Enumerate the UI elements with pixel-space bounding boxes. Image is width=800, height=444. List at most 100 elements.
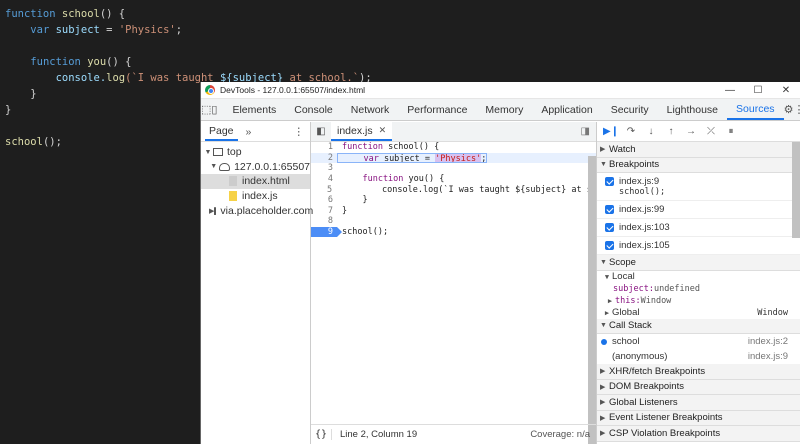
expand-arrow-icon: ▼ xyxy=(604,272,610,281)
tab-console[interactable]: Console xyxy=(285,99,342,120)
section-dom-breakpoints[interactable]: ▶ DOM Breakpoints xyxy=(597,379,800,395)
call-frame-school[interactable]: school index.js:2 xyxy=(597,334,800,349)
tab-network[interactable]: Network xyxy=(342,99,399,120)
breakpoint-location: index.js:105 xyxy=(619,240,670,251)
breakpoint-checkbox[interactable] xyxy=(605,223,614,232)
js-file-icon xyxy=(229,191,237,202)
title-bar: DevTools - 127.0.0.1:65507/index.html — … xyxy=(201,82,800,99)
tree-item-index-html[interactable]: index.html xyxy=(201,174,310,189)
scope-global[interactable]: ▶ Global Window xyxy=(597,307,800,319)
section-watch[interactable]: ▶ Watch xyxy=(597,142,800,158)
collapse-arrow-icon: ▶ xyxy=(600,383,606,391)
expand-arrow-icon: ▼ xyxy=(204,148,212,156)
collapse-arrow-icon: ▶ xyxy=(600,368,606,376)
section-xhr-breakpoints[interactable]: ▶ XHR/fetch Breakpoints xyxy=(597,364,800,380)
navigator-menu-icon[interactable]: ⋮ xyxy=(294,126,305,138)
breakpoint-item[interactable]: index.js:103 xyxy=(597,219,800,237)
more-tabs-icon[interactable]: » xyxy=(246,126,252,138)
pretty-print-button[interactable]: {} xyxy=(311,429,331,440)
collapse-arrow-icon: ▶ xyxy=(600,414,606,422)
collapse-arrow-icon: ▶ xyxy=(607,296,613,305)
section-event-listener-breakpoints[interactable]: ▶ Event Listener Breakpoints xyxy=(597,410,800,426)
breakpoint-checkbox[interactable] xyxy=(605,205,614,214)
code-line: 8 xyxy=(327,216,333,227)
cloud-icon xyxy=(218,162,231,171)
tree-item-host[interactable]: ▼ 127.0.0.1:65507 xyxy=(201,160,310,175)
frame-icon xyxy=(213,148,223,157)
tree-label: index.js xyxy=(242,190,278,203)
code-line: 5 console.log(`I was taught ${subject} a… xyxy=(326,184,596,195)
section-scope[interactable]: ▼ Scope xyxy=(597,255,800,271)
collapse-arrow-icon: ▶ xyxy=(600,399,606,407)
call-frame-anonymous[interactable]: (anonymous) index.js:9 xyxy=(597,349,800,364)
breakpoint-item[interactable]: index.js:99 xyxy=(597,201,800,219)
devtools-window: DevTools - 127.0.0.1:65507/index.html — … xyxy=(200,82,800,444)
close-button[interactable]: ✕ xyxy=(772,85,800,96)
tab-application[interactable]: Application xyxy=(532,99,601,120)
step-into-icon[interactable]: ↓ xyxy=(641,126,661,137)
tab-sources[interactable]: Sources xyxy=(727,99,784,120)
code-line: 3 xyxy=(327,163,333,174)
tree-label: index.html xyxy=(242,175,290,188)
debugger-toolbar: ▶❙ ↷ ↓ ↑ → ⤫ ⏸ xyxy=(597,122,800,142)
editor-scrollbar[interactable] xyxy=(588,156,596,444)
settings-gear-icon[interactable]: ⚙ xyxy=(784,99,794,120)
collapse-arrow-icon: ▶ xyxy=(604,308,610,317)
collapse-arrow-icon: ▶ xyxy=(600,146,606,154)
file-tab-index-js[interactable]: index.js ✕ xyxy=(331,122,393,141)
tree-label: 127.0.0.1:65507 xyxy=(234,160,310,173)
expand-arrow-icon: ▼ xyxy=(600,322,607,330)
section-breakpoints[interactable]: ▼ Breakpoints xyxy=(597,157,800,173)
cursor-position: Line 2, Column 19 xyxy=(331,429,417,440)
step-over-icon[interactable]: ↷ xyxy=(621,126,641,137)
tab-elements[interactable]: Elements xyxy=(223,99,285,120)
tab-security[interactable]: Security xyxy=(602,99,658,120)
tree-item-placeholder[interactable]: ▶ via.placeholder.com xyxy=(201,203,314,218)
tab-lighthouse[interactable]: Lighthouse xyxy=(658,99,727,120)
panel-tab-bar: ⬚ ▯ Elements Console Network Performance… xyxy=(201,99,800,121)
section-csp-violation-breakpoints[interactable]: ▶ CSP Violation Breakpoints xyxy=(597,426,800,442)
breakpoint-checkbox[interactable] xyxy=(605,241,614,250)
breakpoint-item[interactable]: index.js:105 xyxy=(597,237,800,255)
resume-icon[interactable]: ▶❙ xyxy=(601,126,621,137)
tree-item-top[interactable]: ▼ top xyxy=(201,145,310,160)
section-call-stack[interactable]: ▼ Call Stack xyxy=(597,318,800,334)
inspect-element-icon[interactable]: ⬚ xyxy=(201,99,211,120)
breakpoint-location: index.js:99 xyxy=(619,204,665,215)
editor-status-bar: {} Line 2, Column 19 Coverage: n/a xyxy=(311,424,596,444)
current-frame-icon xyxy=(601,338,607,345)
toggle-debugger-icon[interactable]: ◨ xyxy=(581,126,590,137)
close-tab-icon[interactable]: ✕ xyxy=(379,125,387,136)
tab-page[interactable]: Page xyxy=(205,122,238,141)
device-toolbar-icon[interactable]: ▯ xyxy=(211,99,217,120)
file-tab-label: index.js xyxy=(337,124,373,137)
breakpoint-marker[interactable]: 9 xyxy=(311,227,342,238)
scope-var-this[interactable]: ▶ this: Window xyxy=(597,295,800,307)
minimize-button[interactable]: — xyxy=(716,85,744,96)
deactivate-breakpoints-icon[interactable]: ⤫ xyxy=(701,126,721,137)
sidebar-scrollbar[interactable] xyxy=(792,142,800,238)
step-icon[interactable]: → xyxy=(681,126,701,137)
collapse-arrow-icon: ▶ xyxy=(600,430,606,438)
code-lines[interactable]: 1 function school() { 2 var subject = 'Ph… xyxy=(311,142,596,238)
code-editor: ◧ index.js ✕ ◨ 1 function school() { 2 va… xyxy=(311,122,597,444)
section-global-listeners[interactable]: ▶ Global Listeners xyxy=(597,395,800,411)
pause-on-exceptions-icon[interactable]: ⏸ xyxy=(721,126,741,137)
tree-item-index-js[interactable]: index.js xyxy=(201,189,310,204)
more-options-icon[interactable]: ⋮ xyxy=(793,99,800,120)
file-navigator: Page » ⋮ ▼ top ▼ 127.0.0.1:65507 index.h… xyxy=(201,122,314,444)
step-out-icon[interactable]: ↑ xyxy=(661,126,681,137)
breakpoint-item[interactable]: index.js:9 school(); xyxy=(597,173,800,201)
tree-label: top xyxy=(227,146,242,159)
tab-memory[interactable]: Memory xyxy=(476,99,532,120)
scope-var-subject: subject: undefined xyxy=(613,283,701,294)
code-line-breakpoint: 9 school(); xyxy=(311,227,596,238)
code-line: 4 function you() { xyxy=(327,174,445,185)
code-line: 6 } xyxy=(327,195,368,206)
breakpoint-checkbox[interactable] xyxy=(605,177,614,186)
scope-local[interactable]: ▼ Local xyxy=(597,271,800,283)
tree-label: via.placeholder.com xyxy=(220,204,314,217)
maximize-button[interactable]: ☐ xyxy=(744,85,772,96)
toggle-navigator-icon[interactable]: ◧ xyxy=(311,126,331,137)
tab-performance[interactable]: Performance xyxy=(398,99,476,120)
